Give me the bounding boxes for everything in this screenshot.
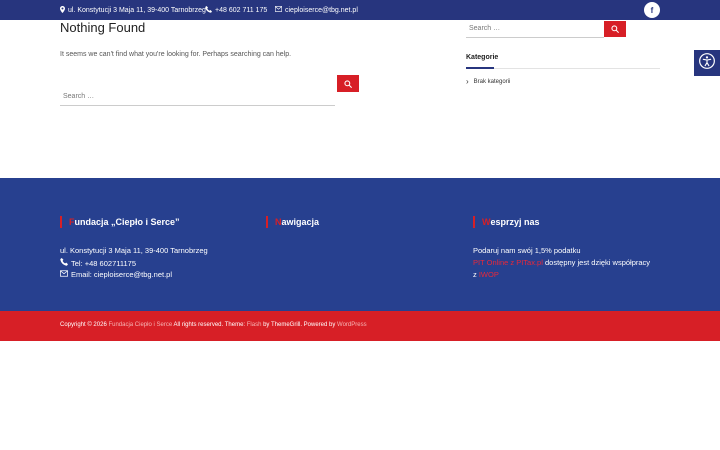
copyright-prefix: Copyright © 2026: [60, 322, 109, 328]
categories-heading: Kategorie: [466, 54, 499, 61]
chevron-right-icon: ›: [466, 77, 469, 86]
envelope-icon: [274, 6, 283, 14]
support-text-2: dostępny jest dzięki współpracy: [542, 258, 651, 267]
footer-email[interactable]: Email: cieploiserce@tbg.net.pl: [60, 270, 172, 279]
heading-accent-bar: [60, 216, 62, 228]
footer-heading-wesprzyj: Wesprzyj nas: [473, 215, 540, 229]
top-phone-text[interactable]: +48 602 711 175: [215, 7, 267, 14]
support-text-1: Podaruj nam swój 1,5% podatku: [473, 246, 581, 255]
footer-address: ul. Konstytucji 3 Maja 11, 39-400 Tarnob…: [60, 246, 208, 255]
sidebar-search-input[interactable]: Search …: [466, 19, 604, 38]
footer-phone[interactable]: Tel: +48 602711175: [60, 258, 136, 268]
main-search-input[interactable]: Search …: [60, 87, 335, 106]
copyright-text: Copyright © 2026 Fundacja Ciepło i Serce…: [60, 322, 367, 328]
top-email-text[interactable]: cieploiserce@tbg.net.pl: [285, 7, 358, 14]
wordpress-link[interactable]: WordPress: [337, 322, 367, 328]
heading-initial: W: [482, 217, 491, 227]
sidebar-search-placeholder: Search …: [469, 24, 501, 32]
iwop-link[interactable]: IWOP: [479, 270, 499, 279]
accessibility-icon: [699, 52, 715, 74]
top-bar: ul. Konstytucji 3 Maja 11, 39-400 Tarnob…: [0, 0, 720, 20]
heading-text: esprzyj nas: [490, 217, 540, 227]
footer: [0, 178, 720, 311]
top-address-text: ul. Konstytucji 3 Maja 11, 39-400 Tarnob…: [68, 6, 206, 14]
sidebar-search-button[interactable]: [604, 21, 626, 37]
footer-address-text: ul. Konstytucji 3 Maja 11, 39-400 Tarnob…: [60, 246, 208, 255]
site-link[interactable]: Fundacja Ciepło i Serce: [108, 322, 172, 328]
support-line-1: Podaruj nam swój 1,5% podatku: [473, 246, 581, 255]
support-line-3: z IWOP: [473, 270, 499, 279]
search-icon: [344, 75, 352, 93]
pitax-link[interactable]: PIT Online z PITax.pl: [473, 258, 543, 267]
phone-icon: [205, 5, 212, 15]
top-address: ul. Konstytucji 3 Maja 11, 39-400 Tarnob…: [60, 0, 206, 20]
footer-email-text[interactable]: Email: cieploiserce@tbg.net.pl: [71, 270, 172, 279]
not-found-message: It seems we can't find what you're looki…: [60, 51, 292, 58]
page-title: Nothing Found: [60, 20, 146, 35]
footer-phone-text[interactable]: Tel: +48 602711175: [71, 259, 136, 268]
heading-accent-bar: [266, 216, 268, 228]
category-item[interactable]: › Brak kategorii: [466, 78, 510, 86]
heading-accent-bar: [473, 216, 475, 228]
main-search-button[interactable]: [337, 75, 359, 92]
categories-divider: [466, 68, 660, 69]
map-marker-icon: [60, 5, 65, 15]
theme-link[interactable]: Flash: [247, 322, 262, 328]
top-email[interactable]: cieploiserce@tbg.net.pl: [274, 0, 358, 20]
phone-icon: [60, 258, 68, 268]
categories-divider-accent: [466, 67, 494, 69]
copyright-by: by ThemeGrill. Powered by: [261, 322, 338, 328]
support-line-2: PIT Online z PITax.pl dostępny jest dzię…: [473, 258, 650, 267]
search-icon: [611, 20, 619, 38]
footer-heading-nawigacja: Nawigacja: [266, 215, 319, 229]
facebook-icon[interactable]: f: [644, 2, 660, 18]
category-item-label[interactable]: Brak kategorii: [474, 79, 511, 85]
envelope-icon: [60, 270, 68, 279]
heading-text: undacja „Ciepło i Serce”: [74, 217, 180, 227]
top-phone[interactable]: +48 602 711 175: [205, 0, 267, 20]
heading-text: awigacja: [281, 217, 320, 227]
footer-heading-fundacja: Fundacja „Ciepło i Serce”: [60, 215, 180, 229]
main-search-placeholder: Search …: [63, 92, 95, 100]
copyright-middle: All rights reserved. Theme:: [172, 322, 247, 328]
accessibility-button[interactable]: [694, 50, 720, 76]
